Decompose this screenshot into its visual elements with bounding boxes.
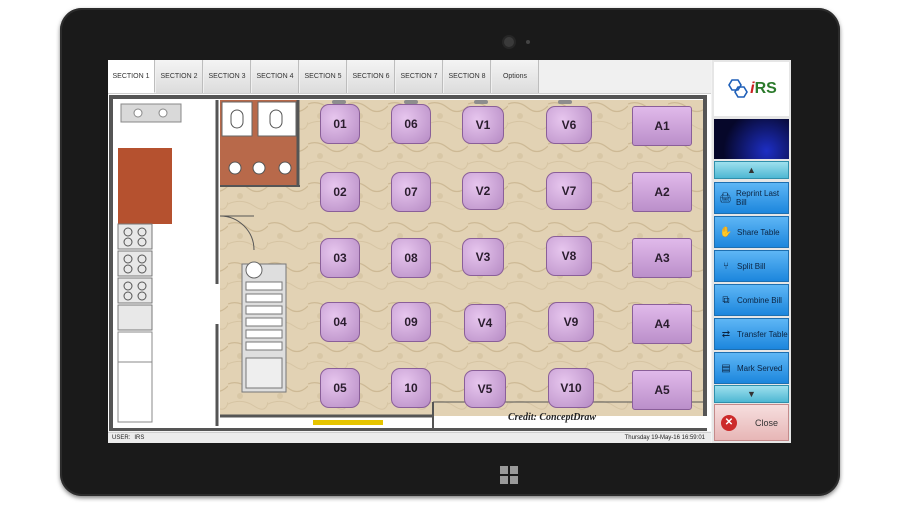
split-icon: ⑂ xyxy=(723,260,729,272)
table-09[interactable]: 09 xyxy=(391,302,431,342)
sensor-dot xyxy=(526,40,530,44)
datetime-label: Thursday 19-May-16 16:59:01 xyxy=(624,435,705,441)
close-button[interactable]: ✕ Close xyxy=(714,404,789,441)
irs-logo: iRS xyxy=(714,62,789,116)
close-icon: ✕ xyxy=(721,414,737,431)
table-01[interactable]: 01 xyxy=(320,104,360,144)
hand-icon: ✋ xyxy=(719,226,733,238)
table-v6[interactable]: V6 xyxy=(546,106,592,144)
combine-icon: ⧉ xyxy=(722,294,730,306)
tab-section-8[interactable]: SECTION 8 xyxy=(444,60,491,93)
reprint-last-bill-button[interactable]: 🖨 Reprint Last Bill xyxy=(714,182,789,214)
down-arrow-icon: ▼ xyxy=(747,389,756,399)
tab-section-7[interactable]: SECTION 7 xyxy=(396,60,443,93)
user-status: USER: IRS xyxy=(112,435,144,441)
table-v5[interactable]: V5 xyxy=(464,370,506,408)
split-label: Split Bill xyxy=(737,261,766,271)
tab-options[interactable]: Options xyxy=(492,60,539,93)
tab-section-6[interactable]: SECTION 6 xyxy=(348,60,395,93)
table-04[interactable]: 04 xyxy=(320,302,360,342)
combine-bill-button[interactable]: ⧉ Combine Bill xyxy=(714,284,789,316)
table-08[interactable]: 08 xyxy=(391,238,431,278)
tab-section-4[interactable]: SECTION 4 xyxy=(252,60,299,93)
mark-served-label: Mark Served xyxy=(737,363,783,373)
user-label: USER: xyxy=(112,435,131,441)
tab-section-2[interactable]: SECTION 2 xyxy=(156,60,203,93)
table-03[interactable]: 03 xyxy=(320,238,360,278)
table-a2[interactable]: A2 xyxy=(632,172,692,212)
table-v3[interactable]: V3 xyxy=(462,238,504,276)
table-a1[interactable]: A1 xyxy=(632,106,692,146)
share-label: Share Table xyxy=(737,227,780,237)
customer-display-panel xyxy=(714,119,789,159)
table-02[interactable]: 02 xyxy=(320,172,360,212)
scroll-down-button[interactable]: ▼ xyxy=(714,385,789,403)
mark-served-button[interactable]: ▤ Mark Served xyxy=(714,352,789,384)
tab-section-5[interactable]: SECTION 5 xyxy=(300,60,347,93)
combine-label: Combine Bill xyxy=(737,295,782,305)
transfer-icon: ⇄ xyxy=(721,328,731,340)
section-tabs: SECTION 1 SECTION 2 SECTION 3 SECTION 4 … xyxy=(108,60,711,94)
up-arrow-icon: ▲ xyxy=(747,165,756,175)
table-v4[interactable]: V4 xyxy=(464,304,506,342)
logo-text: iRS xyxy=(750,80,777,97)
table-v2[interactable]: V2 xyxy=(462,172,504,210)
action-sidebar: iRS ▲ 🖨 Reprint Last Bill ✋ Share Table ⑂ S… xyxy=(712,60,791,443)
table-v8[interactable]: V8 xyxy=(546,236,592,276)
table-a5[interactable]: A5 xyxy=(632,370,692,410)
transfer-table-button[interactable]: ⇄ Transfer Table xyxy=(714,318,789,350)
table-07[interactable]: 07 xyxy=(391,172,431,212)
credit-label: Credit: ConceptDraw xyxy=(508,412,597,423)
logo-mark-icon xyxy=(728,79,749,98)
table-v7[interactable]: V7 xyxy=(546,172,592,210)
transfer-label: Transfer Table xyxy=(737,329,788,339)
close-label: Close xyxy=(755,417,779,428)
camera-icon xyxy=(504,37,514,47)
table-v9[interactable]: V9 xyxy=(548,302,594,342)
tab-section-3[interactable]: SECTION 3 xyxy=(204,60,251,93)
table-v10[interactable]: V10 xyxy=(548,368,594,408)
table-06[interactable]: 06 xyxy=(391,104,431,144)
notepad-icon: ▤ xyxy=(721,362,731,374)
table-10[interactable]: 10 xyxy=(391,368,431,408)
printer-icon: 🖨 xyxy=(719,192,732,204)
scroll-up-button[interactable]: ▲ xyxy=(714,161,789,179)
windows-button-icon[interactable] xyxy=(500,466,518,484)
table-a4[interactable]: A4 xyxy=(632,304,692,344)
floor-plan: Credit: ConceptDraw 01 02 03 04 05 06 07… xyxy=(108,94,711,431)
app-screen: SECTION 1 SECTION 2 SECTION 3 SECTION 4 … xyxy=(108,60,791,443)
table-v1[interactable]: V1 xyxy=(462,106,504,144)
share-table-button[interactable]: ✋ Share Table xyxy=(714,216,789,248)
table-05[interactable]: 05 xyxy=(320,368,360,408)
status-bar: USER: IRS Thursday 19-May-16 16:59:01 xyxy=(108,432,711,443)
user-name: IRS xyxy=(134,435,145,441)
reprint-label: Reprint Last Bill xyxy=(736,189,780,207)
table-a3[interactable]: A3 xyxy=(632,238,692,278)
split-bill-button[interactable]: ⑂ Split Bill xyxy=(714,250,789,282)
tab-section-1[interactable]: SECTION 1 xyxy=(108,60,155,93)
